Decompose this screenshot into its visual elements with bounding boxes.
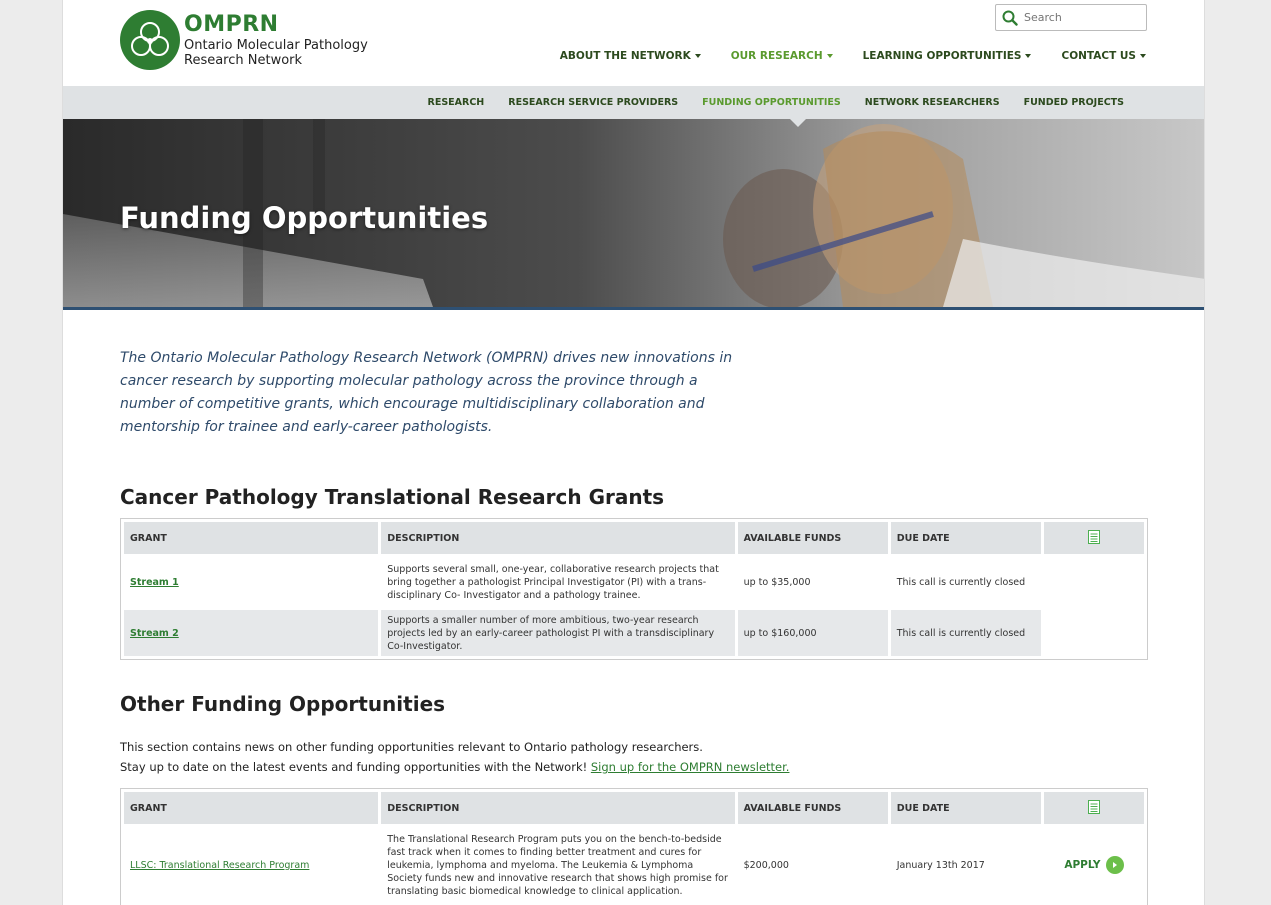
- site-logo[interactable]: OMPRN Ontario Molecular Pathology Resear…: [120, 10, 368, 70]
- nav-learning-opportunities[interactable]: LEARNING OPPORTUNITIES: [863, 50, 1032, 62]
- search-box[interactable]: [995, 4, 1147, 31]
- intro-text: The Ontario Molecular Pathology Research…: [120, 350, 733, 435]
- logo-name-line1: Ontario Molecular Pathology: [184, 38, 368, 53]
- hero-banner: Funding Opportunities: [63, 119, 1204, 307]
- header-available-funds: AVAILABLE FUNDS: [737, 522, 888, 554]
- table-header-row: GRANT DESCRIPTION AVAILABLE FUNDS DUE DA…: [124, 792, 1144, 824]
- grants-table-other-funding: GRANT DESCRIPTION AVAILABLE FUNDS DUE DA…: [120, 788, 1148, 905]
- subnav-research-service-providers[interactable]: RESEARCH SERVICE PROVIDERS: [508, 97, 678, 108]
- header-grant: GRANT: [124, 792, 379, 824]
- apply-button[interactable]: APPLY: [1064, 856, 1124, 874]
- logo-acronym: OMPRN: [184, 12, 279, 37]
- header-icon-cell: [1043, 792, 1144, 824]
- nav-our-research[interactable]: OUR RESEARCH: [731, 50, 833, 62]
- grants-table-cancer-pathology: GRANT DESCRIPTION AVAILABLE FUNDS DUE DA…: [120, 518, 1148, 660]
- header-available-funds: AVAILABLE FUNDS: [737, 792, 888, 824]
- grant-due-date: This call is currently closed: [890, 610, 1041, 656]
- newsletter-signup-link[interactable]: Sign up for the OMPRN newsletter.: [591, 760, 790, 774]
- caret-down-icon: [1140, 54, 1146, 58]
- spreadsheet-icon[interactable]: [1087, 799, 1100, 814]
- table-row: LLSC: Translational Research Program The…: [124, 827, 1144, 903]
- omprn-logo-icon: [120, 10, 180, 70]
- main-nav: ABOUT THE NETWORK OUR RESEARCH LEARNING …: [530, 50, 1146, 62]
- nav-contact-us[interactable]: CONTACT US: [1061, 50, 1146, 62]
- subnav-network-researchers[interactable]: NETWORK RESEARCHERS: [865, 97, 1000, 108]
- page: OMPRN Ontario Molecular Pathology Resear…: [62, 0, 1205, 905]
- grant-action-cell: [1043, 610, 1144, 656]
- search-input[interactable]: [1024, 11, 1134, 24]
- table-row: Stream 2 Supports a smaller number of mo…: [124, 610, 1144, 656]
- section-title-other-funding: Other Funding Opportunities: [120, 692, 446, 716]
- grant-due-date: This call is currently closed: [896, 576, 1026, 588]
- subnav-active-pointer: [790, 119, 806, 127]
- header-grant: GRANT: [124, 522, 379, 554]
- grant-link-stream-1[interactable]: Stream 1: [130, 577, 179, 588]
- grant-action-cell: [1044, 557, 1144, 607]
- table-header-row: GRANT DESCRIPTION AVAILABLE FUNDS DUE DA…: [124, 522, 1144, 554]
- grant-description: Supports several small, one-year, collab…: [387, 563, 719, 601]
- search-icon: [1002, 10, 1018, 26]
- grant-description: The Translational Research Program puts …: [387, 833, 728, 897]
- grant-action-cell: APPLY: [1044, 827, 1144, 903]
- page-title: Funding Opportunities: [120, 201, 489, 235]
- header-description: DESCRIPTION: [381, 792, 735, 824]
- subnav-funded-projects[interactable]: FUNDED PROJECTS: [1024, 97, 1124, 108]
- arrow-right-icon: [1105, 856, 1124, 874]
- grant-link-llsc-translational[interactable]: LLSC: Translational Research Program: [130, 860, 309, 871]
- header-description: DESCRIPTION: [381, 522, 735, 554]
- grant-due-date: January 13th 2017: [896, 859, 985, 871]
- caret-down-icon: [694, 54, 701, 58]
- subnav-funding-opportunities[interactable]: FUNDING OPPORTUNITIES: [702, 97, 841, 108]
- hero-divider: [63, 307, 1204, 310]
- grant-description: Supports a smaller number of more ambiti…: [381, 610, 735, 656]
- grant-funds: $200,000: [743, 859, 789, 871]
- grant-funds: up to $35,000: [743, 576, 811, 588]
- header-due-date: DUE DATE: [890, 522, 1041, 554]
- grant-link-stream-2[interactable]: Stream 2: [130, 628, 179, 639]
- table-row: Stream 1 Supports several small, one-yea…: [124, 557, 1144, 607]
- caret-down-icon: [826, 54, 833, 58]
- header-icon-cell: [1043, 522, 1144, 554]
- header-due-date: DUE DATE: [890, 792, 1041, 824]
- grant-funds: up to $160,000: [737, 610, 888, 656]
- other-funding-description: This section contains news on other fund…: [120, 740, 703, 754]
- newsletter-prompt: Stay up to date on the latest events and…: [120, 760, 790, 774]
- nav-about-the-network[interactable]: ABOUT THE NETWORK: [560, 50, 701, 62]
- subnav-research[interactable]: RESEARCH: [428, 97, 485, 108]
- spreadsheet-icon[interactable]: [1087, 529, 1100, 544]
- caret-down-icon: [1025, 54, 1032, 58]
- logo-name-line2: Research Network: [184, 53, 303, 68]
- section-title-cancer-pathology: Cancer Pathology Translational Research …: [120, 485, 665, 509]
- sub-nav: RESEARCH RESEARCH SERVICE PROVIDERS FUND…: [63, 86, 1204, 119]
